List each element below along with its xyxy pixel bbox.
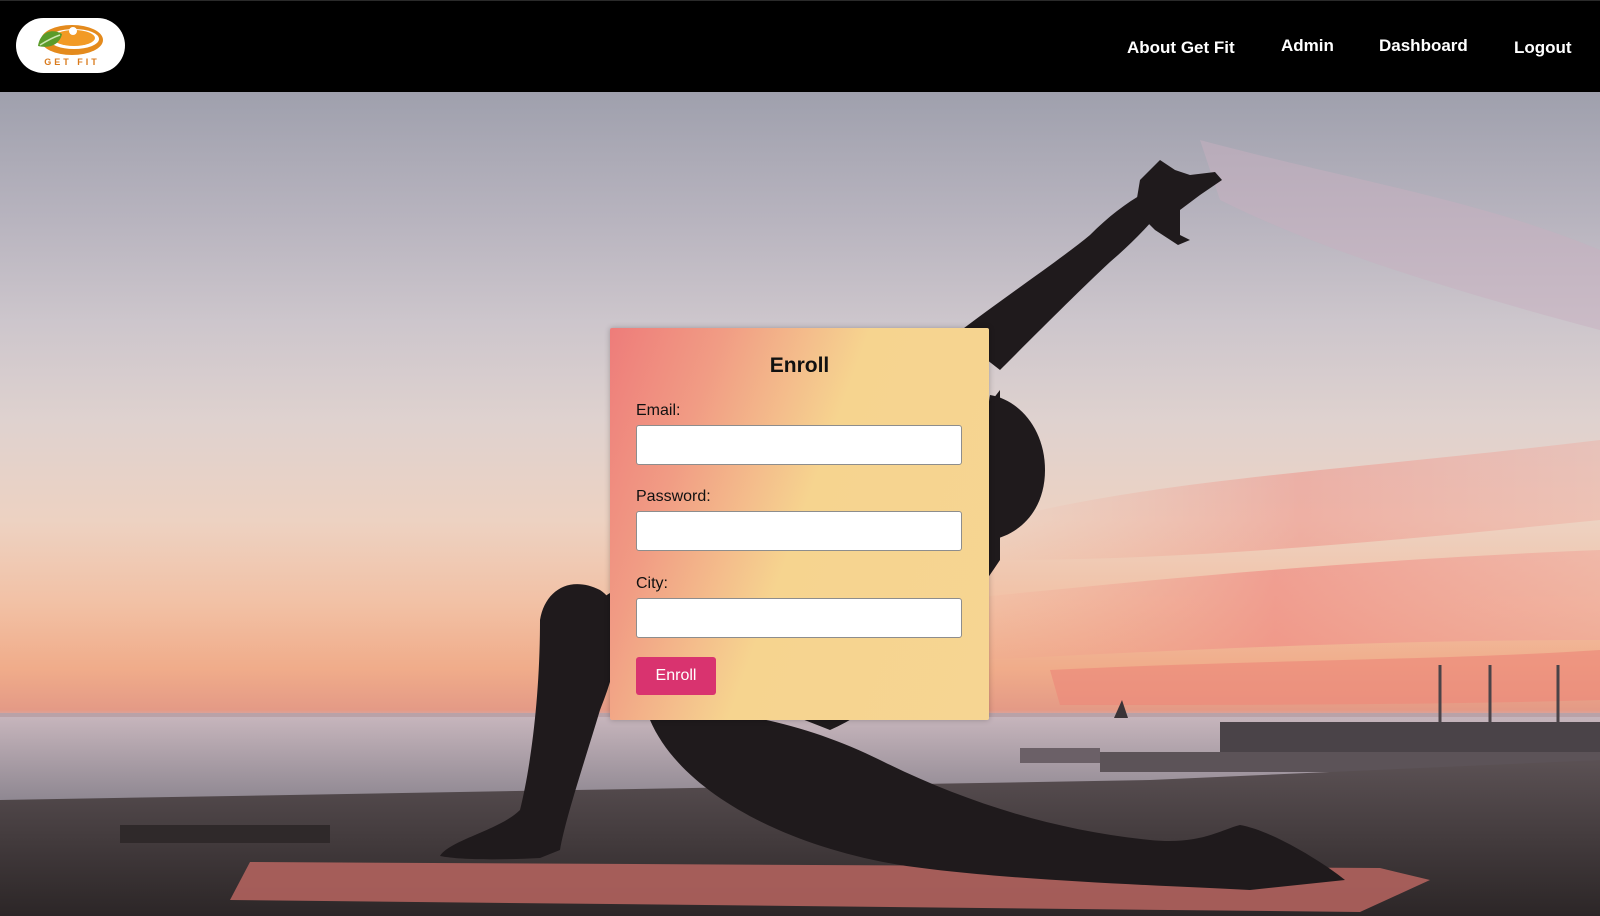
enroll-title: Enroll xyxy=(769,354,830,377)
get-fit-logo-icon: GET FIT xyxy=(38,25,103,67)
svg-text:GET FIT: GET FIT xyxy=(44,57,100,67)
nav-about-get-fit[interactable]: About Get Fit xyxy=(1127,38,1235,58)
city-field[interactable] xyxy=(636,598,962,638)
email-label: Email: xyxy=(636,402,681,419)
nav-dashboard[interactable]: Dashboard xyxy=(1379,36,1468,56)
password-label: Password: xyxy=(636,488,711,505)
email-field[interactable] xyxy=(636,425,962,465)
enroll-button[interactable]: Enroll xyxy=(636,657,716,695)
city-label: City: xyxy=(636,575,668,592)
get-fit-logo[interactable]: GET FIT xyxy=(16,18,125,73)
nav-admin[interactable]: Admin xyxy=(1281,36,1334,56)
password-field[interactable] xyxy=(636,511,962,551)
nav-logout[interactable]: Logout xyxy=(1514,38,1572,58)
top-navbar: GET FIT About Get Fit Admin Dashboard Lo… xyxy=(0,0,1600,92)
enroll-card: Enroll Email: Password: City: Enroll xyxy=(610,328,989,720)
